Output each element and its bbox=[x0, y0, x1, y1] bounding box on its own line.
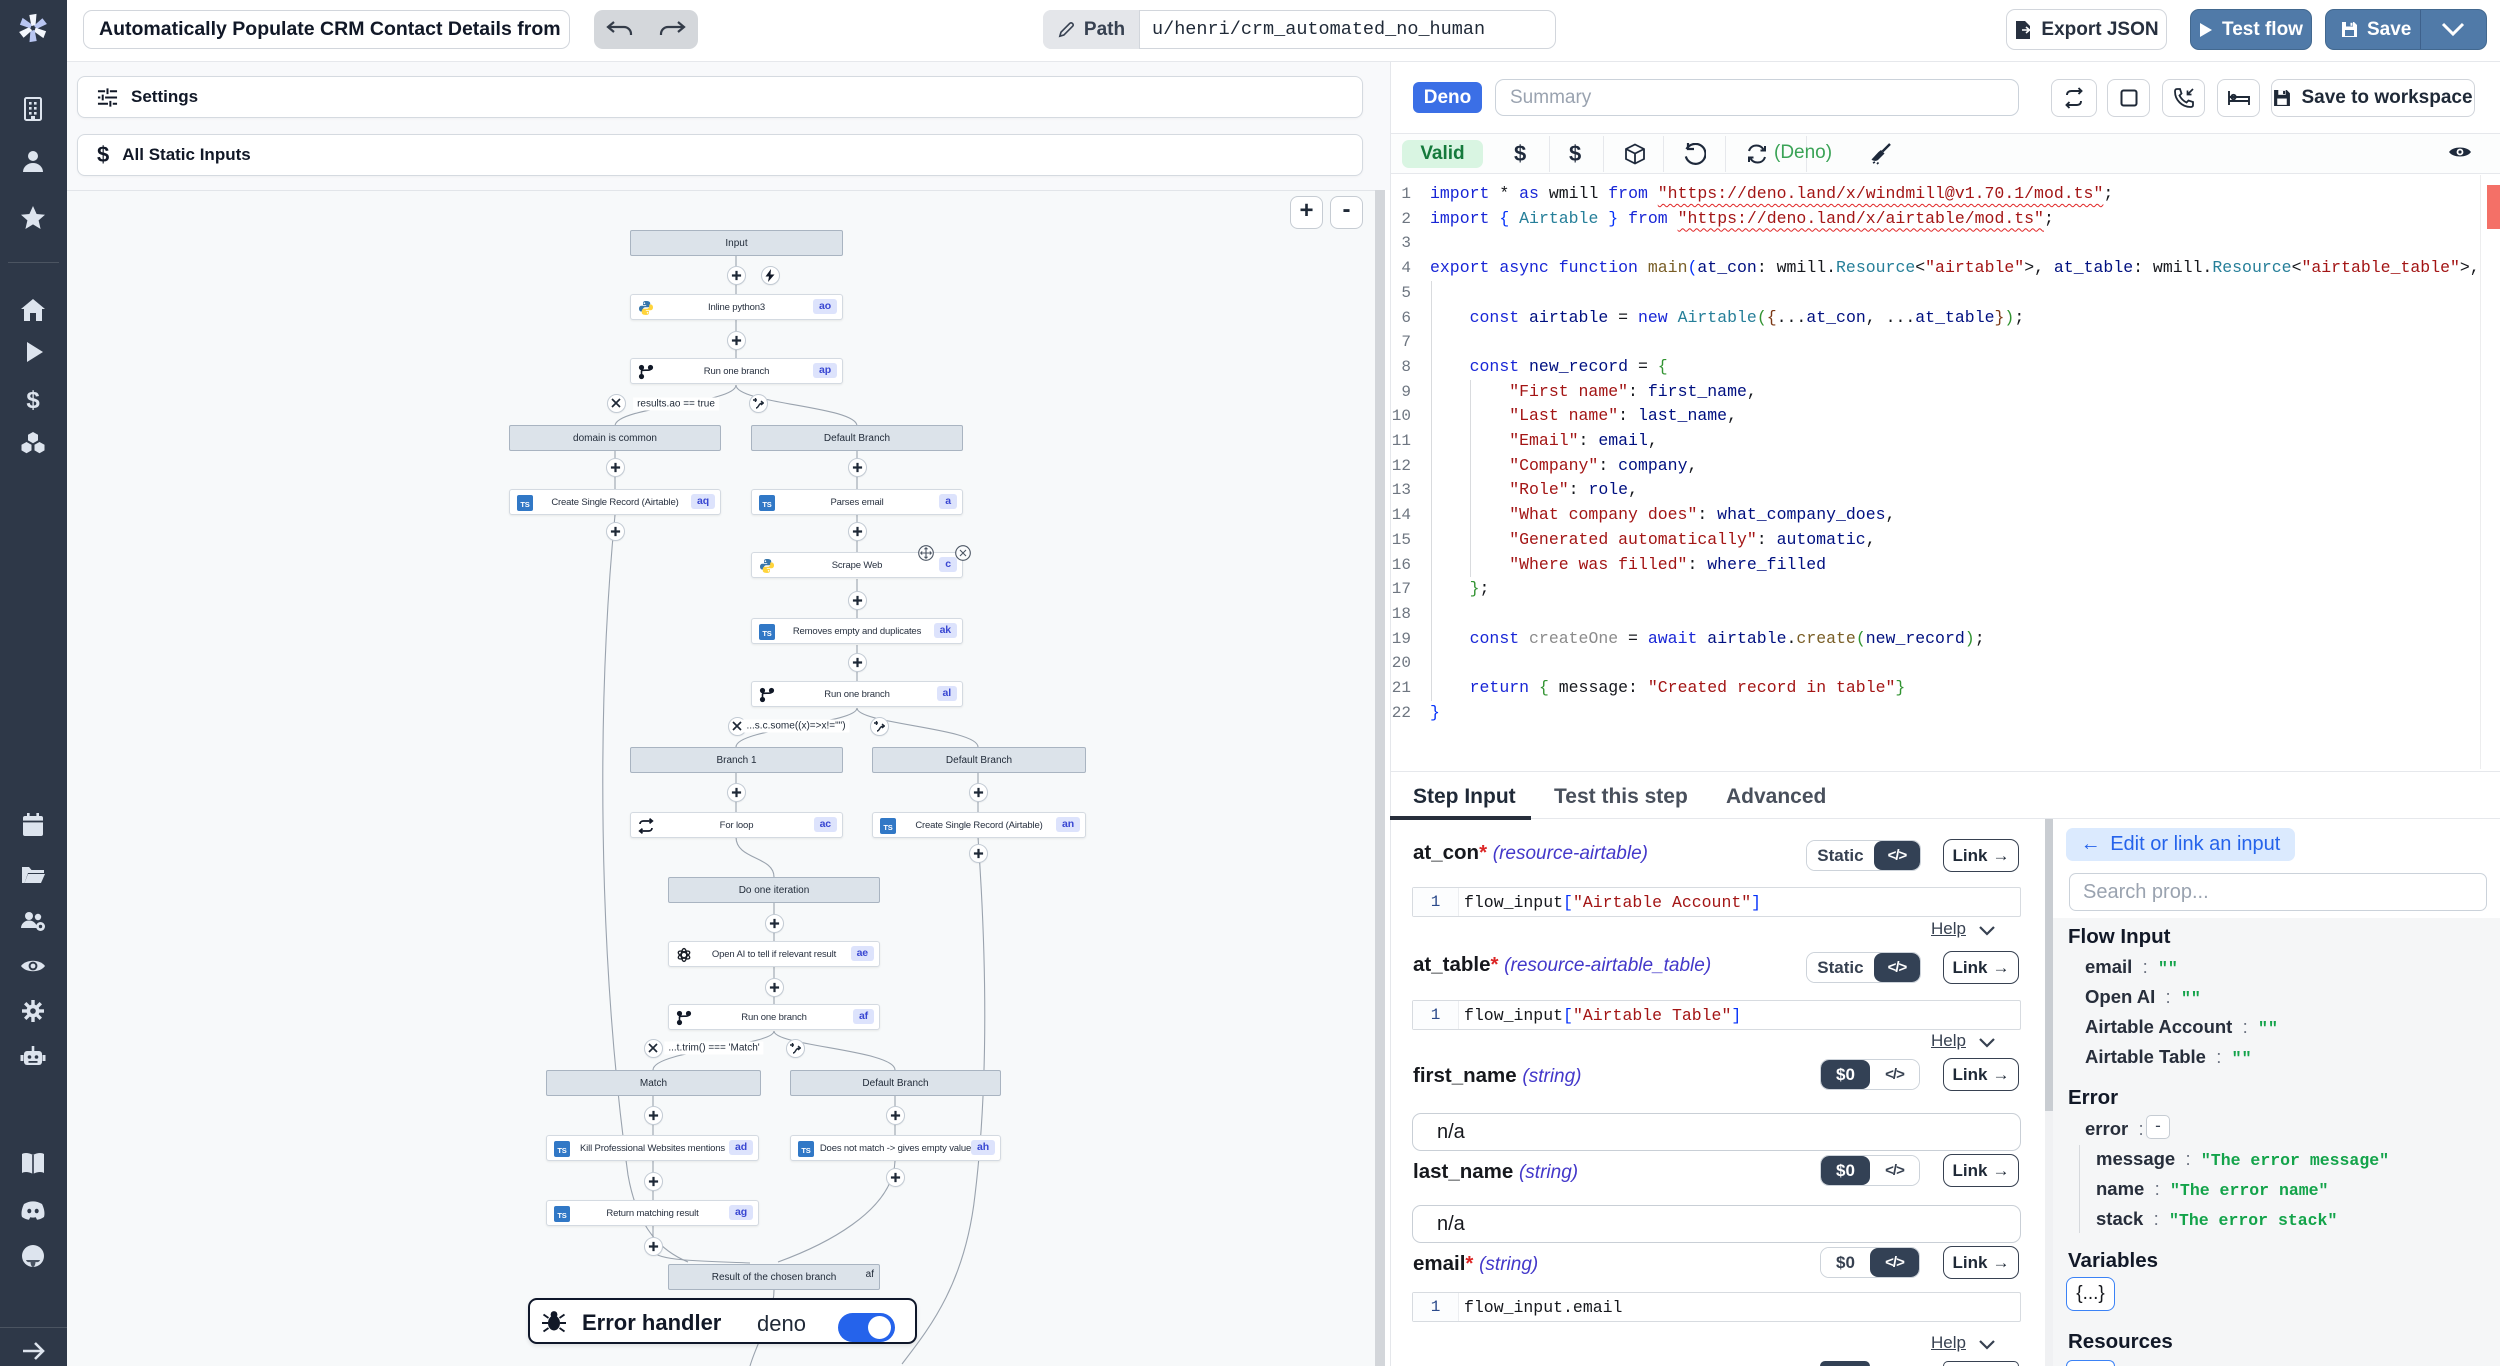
svg-text:TS: TS bbox=[557, 1211, 566, 1220]
svg-text:TS: TS bbox=[520, 500, 529, 509]
svg-text:TS: TS bbox=[762, 629, 771, 638]
svg-text:TS: TS bbox=[557, 1146, 566, 1155]
svg-text:TS: TS bbox=[762, 500, 771, 509]
svg-text:$: $ bbox=[26, 387, 40, 414]
svg-text:TS: TS bbox=[801, 1146, 810, 1155]
svg-text:TS: TS bbox=[883, 823, 892, 832]
